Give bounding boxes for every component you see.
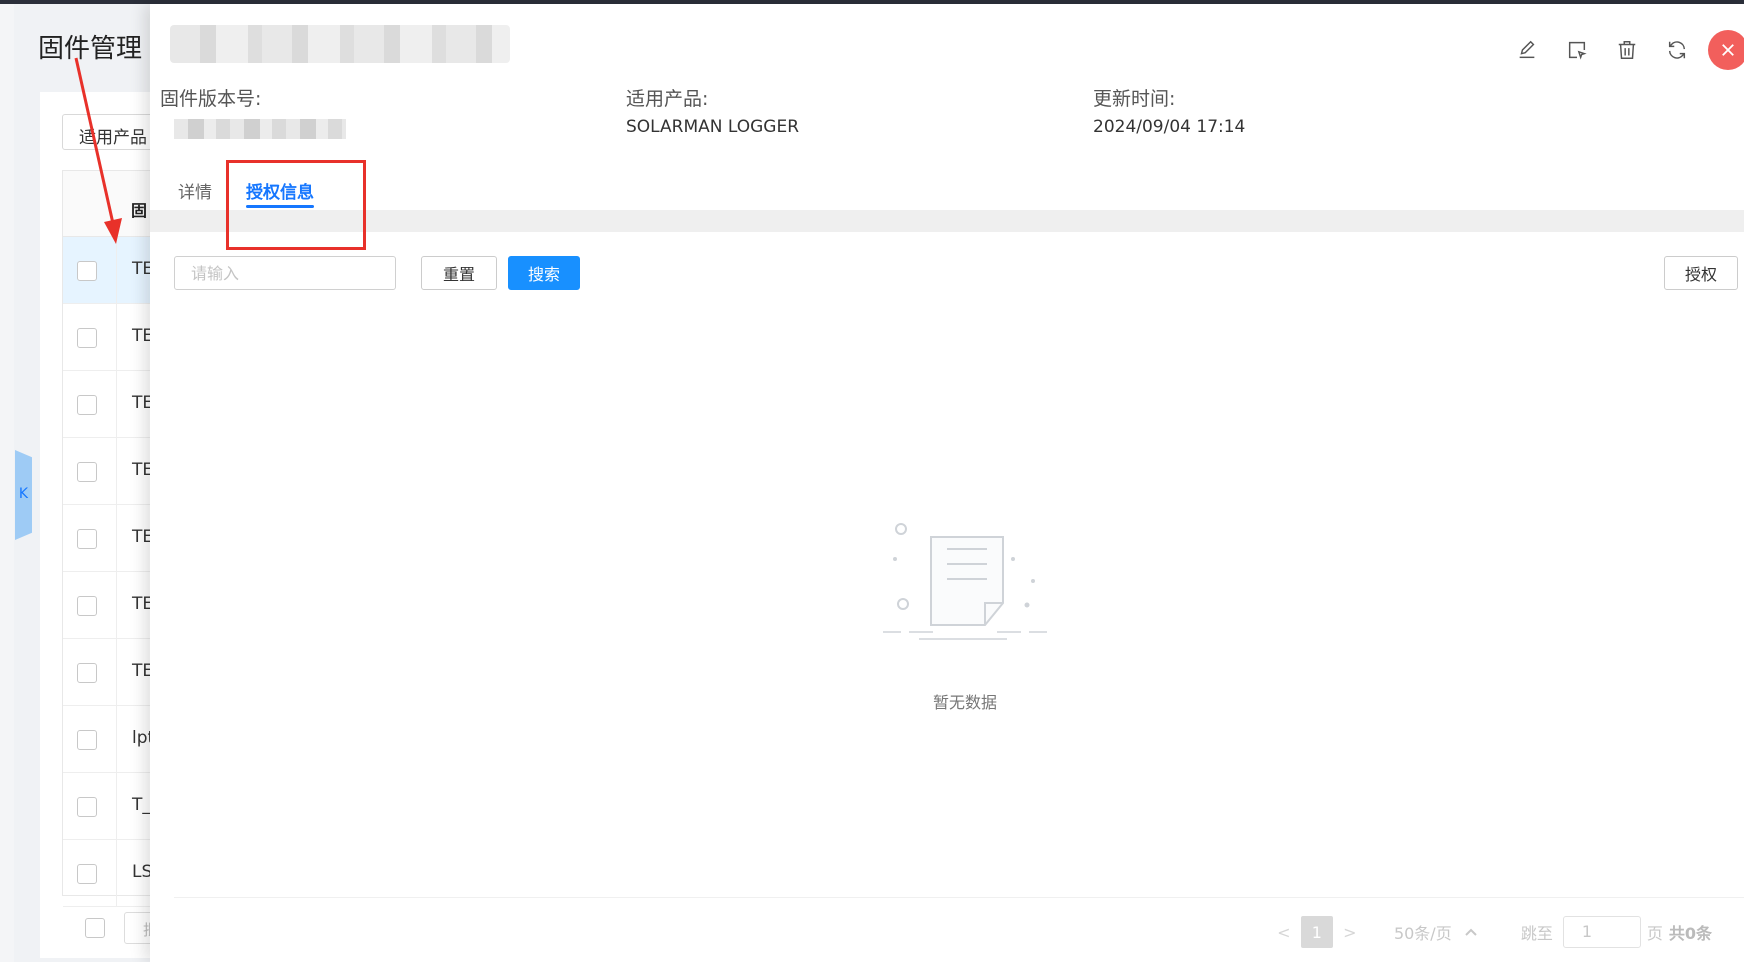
row-checkbox[interactable] [77, 864, 97, 884]
detail-drawer: 固件版本号: 适用产品: SOLARMAN LOGGER 更新时间: 2024/… [150, 4, 1744, 962]
pagination: < 1 > 50条/页 跳至 1 页 共0条 [1273, 916, 1712, 948]
row-checkbox[interactable] [77, 261, 97, 281]
version-label: 固件版本号: [160, 88, 262, 110]
product-label: 适用产品: [626, 88, 709, 110]
row-checkbox[interactable] [77, 462, 97, 482]
chevron-up-icon [1464, 928, 1477, 936]
column-divider [116, 237, 117, 304]
select-all-checkbox[interactable] [85, 918, 105, 938]
tab-details[interactable]: 详情 [178, 164, 212, 212]
drawer-toolbar [1502, 30, 1744, 70]
empty-document-icon [883, 523, 1047, 640]
row-checkbox[interactable] [77, 663, 97, 683]
tab-content-divider [150, 210, 1744, 232]
row-checkbox[interactable] [77, 730, 97, 750]
version-value-redacted [174, 119, 346, 139]
column-divider [116, 304, 117, 371]
column-divider [116, 840, 117, 907]
search-button[interactable]: 搜索 [508, 256, 580, 290]
product-value: SOLARMAN LOGGER [626, 117, 800, 137]
column-divider [116, 639, 117, 706]
jump-page-input[interactable]: 1 [1562, 916, 1641, 948]
prev-page-icon[interactable]: < [1273, 923, 1295, 942]
left-gutter [0, 4, 14, 962]
updated-value: 2024/09/04 17:14 [1093, 117, 1246, 137]
refresh-icon[interactable] [1652, 30, 1702, 70]
authorize-button[interactable]: 授权 [1664, 256, 1738, 290]
page-size-select[interactable]: 50条/页 [1377, 916, 1495, 948]
empty-state: 暂无数据 [865, 519, 1065, 719]
edit-icon[interactable] [1502, 30, 1552, 70]
row-checkbox[interactable] [77, 328, 97, 348]
page-number-current[interactable]: 1 [1300, 916, 1333, 948]
page-suffix-label: 页 [1646, 924, 1663, 943]
column-divider [116, 706, 117, 773]
select-icon[interactable] [1552, 30, 1602, 70]
footer-divider [174, 897, 1744, 898]
next-page-icon[interactable]: > [1339, 923, 1361, 942]
jump-label: 跳至 [1520, 924, 1553, 943]
column-divider [116, 438, 117, 505]
drawer-title-redacted [170, 25, 510, 63]
row-checkbox[interactable] [77, 797, 97, 817]
close-icon[interactable] [1708, 30, 1744, 70]
search-input[interactable] [174, 256, 396, 290]
page-title: 固件管理 [38, 34, 143, 64]
reset-button[interactable]: 重置 [421, 256, 497, 290]
column-divider [116, 371, 117, 438]
column-divider [116, 773, 117, 840]
annotation-highlight-box [226, 160, 366, 250]
trash-icon[interactable] [1602, 30, 1652, 70]
column-divider [116, 505, 117, 572]
sidebar-collapse-tab[interactable]: K [15, 450, 32, 540]
empty-text: 暂无数据 [932, 693, 997, 712]
row-name-fragment: T_ [132, 795, 151, 815]
page-size-value: 50条/页 [1393, 924, 1452, 943]
row-checkbox[interactable] [77, 395, 97, 415]
table-header-label: 固 [131, 201, 148, 220]
updated-label: 更新时间: [1093, 88, 1176, 110]
row-checkbox[interactable] [77, 596, 97, 616]
column-divider [116, 572, 117, 639]
row-checkbox[interactable] [77, 529, 97, 549]
total-count: 共0条 [1668, 924, 1712, 943]
